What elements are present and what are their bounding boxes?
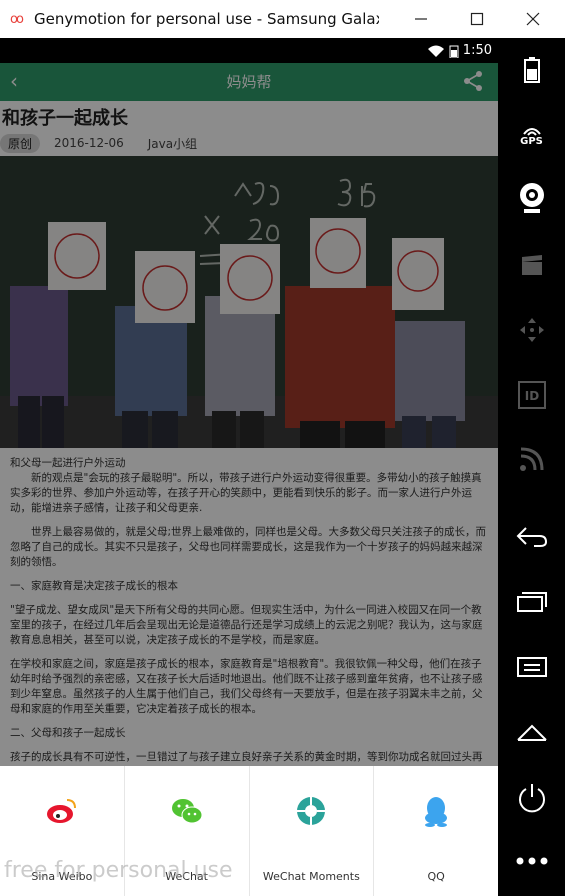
dpad-icon	[519, 318, 544, 342]
genymotion-logo: oo	[10, 11, 24, 27]
qq-icon	[425, 797, 448, 827]
share-label: QQ	[427, 870, 445, 883]
weibo-icon	[46, 799, 76, 823]
id-label: ID	[524, 389, 538, 403]
status-bar: 1:50	[0, 38, 498, 63]
phone-screen: 1:50 ‹ 妈妈帮 和孩子一起成长 原创 2016-12-06 Java小组	[0, 38, 498, 896]
home-icon	[516, 724, 547, 741]
menu-icon	[516, 657, 547, 677]
wifi-icon	[427, 45, 444, 57]
home-button[interactable]	[498, 714, 565, 752]
maximize-icon	[470, 12, 484, 26]
menu-button[interactable]	[498, 648, 565, 686]
webcam-button[interactable]	[498, 178, 565, 218]
gps-button[interactable]: GPS	[498, 118, 565, 154]
close-icon	[526, 12, 540, 26]
window-title: Genymotion for personal use - Samsung Ga…	[34, 10, 379, 28]
share-label: WeChat Moments	[262, 870, 360, 883]
network-button[interactable]	[498, 442, 565, 476]
emulator-toolbar: GPS ID	[498, 38, 565, 896]
minimize-icon	[415, 18, 427, 20]
power-button[interactable]	[498, 778, 565, 818]
watermark: free for personal use	[4, 858, 233, 883]
battery-status-icon	[449, 45, 459, 58]
more-icon	[516, 857, 547, 865]
window-titlebar: oo Genymotion for personal use - Samsung…	[0, 0, 565, 39]
wechat-icon	[171, 799, 203, 824]
gps-label: GPS	[520, 135, 543, 147]
back-arrow-icon	[516, 527, 547, 547]
status-time: 1:50	[462, 43, 492, 58]
device-id-button[interactable]: ID	[498, 378, 565, 412]
clapperboard-icon	[521, 255, 542, 275]
dim-overlay[interactable]	[0, 63, 498, 766]
maximize-button[interactable]	[449, 0, 505, 38]
more-button[interactable]	[498, 846, 565, 876]
close-button[interactable]	[505, 0, 561, 38]
minimize-button[interactable]	[393, 0, 449, 38]
recent-apps-icon	[516, 592, 547, 612]
share-wechat-moments[interactable]: WeChat Moments	[250, 766, 375, 896]
recent-apps-button[interactable]	[498, 583, 565, 621]
gps-icon	[522, 127, 541, 136]
id-icon: ID	[517, 381, 546, 409]
moments-icon	[297, 797, 326, 825]
battery-icon	[523, 57, 540, 83]
share-qq[interactable]: QQ	[374, 766, 498, 896]
signal-icon	[519, 447, 543, 471]
capture-button[interactable]	[498, 248, 565, 282]
nav-back-button[interactable]	[498, 518, 565, 556]
dpad-button[interactable]	[498, 313, 565, 347]
webcam-icon	[519, 183, 544, 213]
battery-button[interactable]	[498, 52, 565, 88]
power-icon	[518, 784, 545, 813]
